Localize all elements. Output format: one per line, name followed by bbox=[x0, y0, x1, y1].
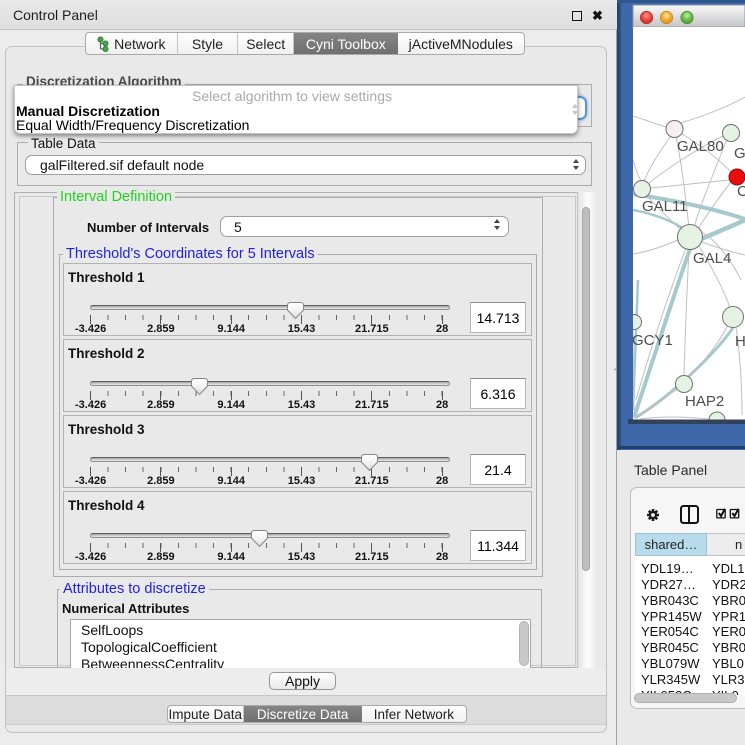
svg-text:H: H bbox=[735, 333, 745, 350]
svg-text:GAL4: GAL4 bbox=[693, 250, 731, 267]
svg-text:GAL80: GAL80 bbox=[677, 138, 724, 155]
svg-text:HAP2: HAP2 bbox=[685, 393, 724, 410]
svg-text:GCY1: GCY1 bbox=[632, 332, 673, 349]
svg-text:G.: G. bbox=[734, 145, 745, 162]
svg-text:GAL11: GAL11 bbox=[642, 198, 688, 215]
svg-text:C: C bbox=[737, 183, 745, 200]
